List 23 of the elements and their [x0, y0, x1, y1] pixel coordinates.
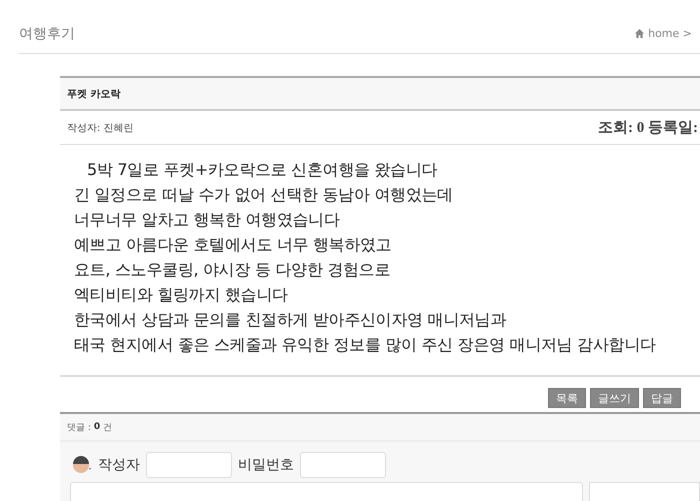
post-text-line: 긴 일정으로 떠날 수가 없어 선택한 동남아 여행었는데 — [74, 184, 454, 206]
post-text-line: 엑티비티와 힐링까지 했습니다 — [74, 284, 289, 306]
comment-count: 댓글 : 0 건 — [60, 414, 700, 442]
board-button[interactable]: 목록 — [548, 388, 586, 408]
page-title: 여행후기 — [19, 24, 75, 42]
post-text-line: 5박 7일로 푸켓+카오락으로 신혼여행을 왔습니다 — [86, 159, 438, 181]
home-icon — [635, 29, 644, 38]
post-stats: 조회: 0 등록일: — [598, 119, 699, 137]
author-text: 작성자: 진혜린 — [67, 122, 134, 134]
post-text-line: 예쁘고 아름다운 호텔에서도 너무 행복하였고 — [74, 234, 392, 256]
post-text-line: 너무너무 알차고 행복한 여행였습니다 — [74, 209, 341, 231]
board-button[interactable]: 답글 — [643, 388, 681, 408]
avatar-icon[interactable] — [72, 455, 92, 475]
post-text-line: 태국 현지에서 좋은 스케줄과 유익한 정보를 많이 주신 장은영 매니저님 감사합니다 — [74, 334, 657, 356]
post-text-line: 요트, 스노우쿨링, 야시장 등 다양한 경험으로 — [74, 259, 392, 281]
post-title: 푸켓 카오락 — [60, 78, 700, 111]
author-field[interactable] — [146, 452, 232, 478]
board-button[interactable]: 글쓰기 — [590, 388, 639, 408]
password-field[interactable] — [300, 452, 386, 478]
password-label: 비밀번호 — [238, 456, 294, 474]
post-text-line: 한국에서 상담과 문의를 친절하게 받아주신이자영 매니저님과 — [74, 309, 508, 331]
breadcrumb-link[interactable]: home > — [648, 27, 692, 40]
author-label: 작성자 — [98, 456, 140, 474]
